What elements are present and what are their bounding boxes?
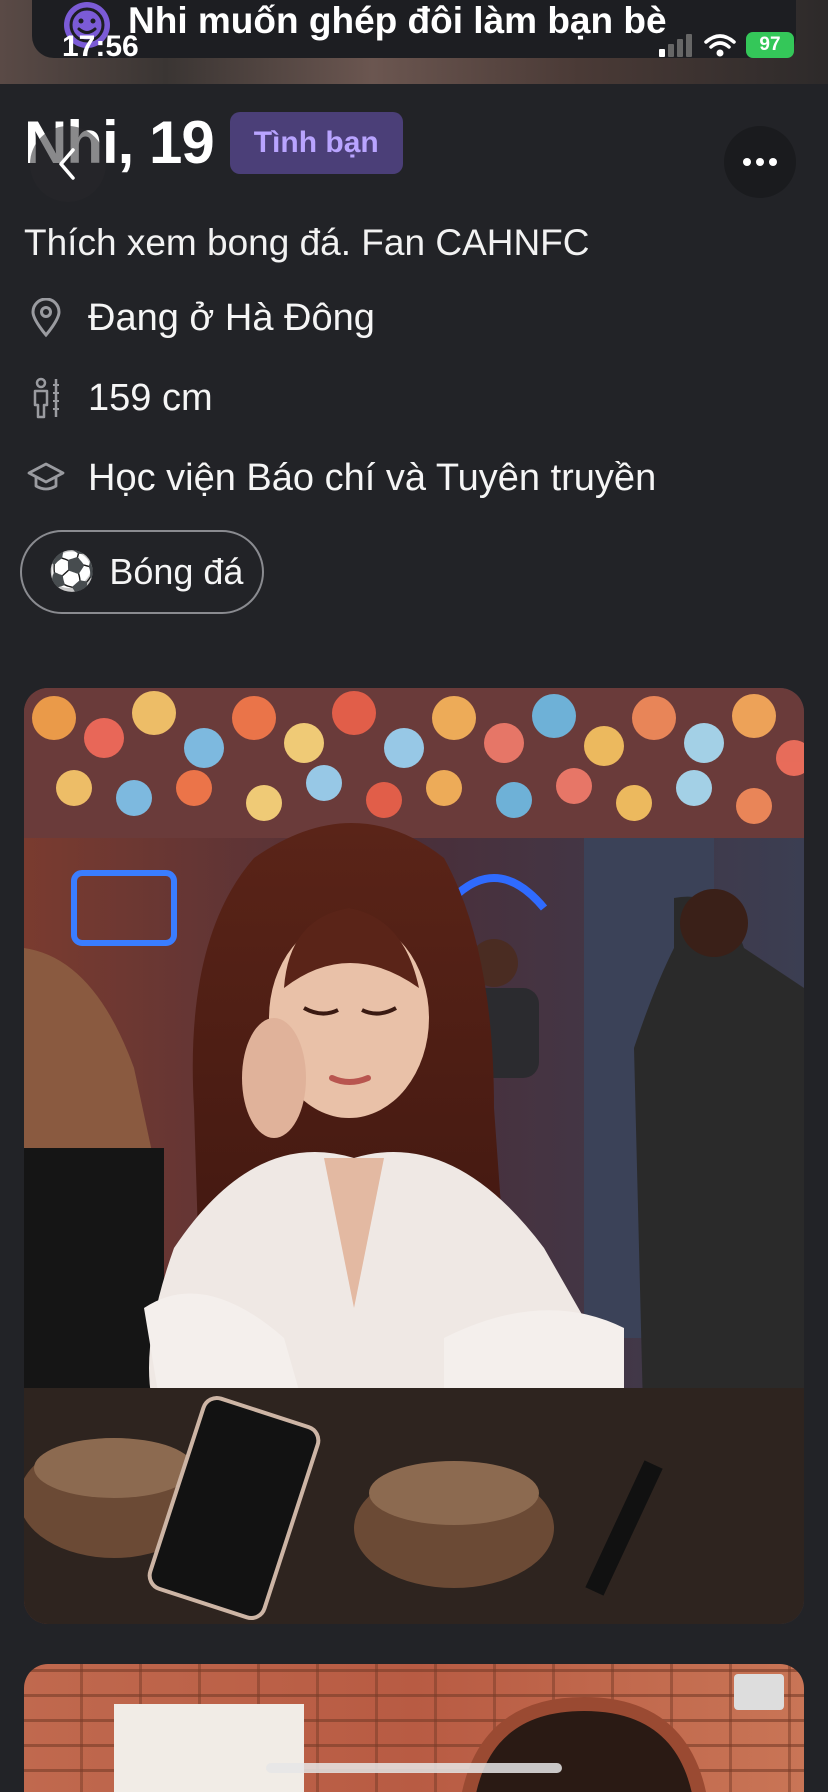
chevron-left-icon <box>59 148 75 180</box>
signal-icon <box>659 34 692 57</box>
status-icons: 97 <box>658 32 794 58</box>
location-pin-icon <box>26 296 66 340</box>
info-location: Đang ở Hà Đông <box>26 296 375 340</box>
info-height: 159 cm <box>26 376 213 420</box>
relationship-badge: Tình bạn <box>229 111 403 174</box>
profile-bio: Thích xem bong đá. Fan CAHNFC <box>24 222 590 263</box>
soccer-ball-icon: ⚽ <box>48 551 96 593</box>
more-options-button[interactable] <box>724 126 796 198</box>
height-text: 159 cm <box>88 376 213 419</box>
banner-text: Nhi muốn ghép đôi làm bạn bè <box>128 0 667 41</box>
profile-page: Nhi muốn ghép đôi làm bạn bè 17:56 97 Nh… <box>0 0 828 1792</box>
info-school: Học viện Báo chí và Tuyên truyền <box>26 456 656 500</box>
interest-label: Bóng đá <box>109 551 244 592</box>
photo-scene <box>24 688 804 1624</box>
school-text: Học viện Báo chí và Tuyên truyền <box>88 456 657 499</box>
height-icon <box>26 376 66 420</box>
back-button[interactable] <box>30 126 106 202</box>
home-indicator[interactable] <box>266 1763 562 1773</box>
interest-chip-football[interactable]: ⚽ Bóng đá <box>20 530 264 614</box>
status-time: 17:56 <box>62 30 139 63</box>
battery-indicator: 97 <box>746 32 794 58</box>
more-dots-icon <box>743 158 777 166</box>
wifi-icon <box>704 34 736 57</box>
location-text: Đang ở Hà Đông <box>88 296 375 339</box>
graduation-cap-icon <box>26 456 66 500</box>
profile-photo-1[interactable] <box>24 688 804 1624</box>
